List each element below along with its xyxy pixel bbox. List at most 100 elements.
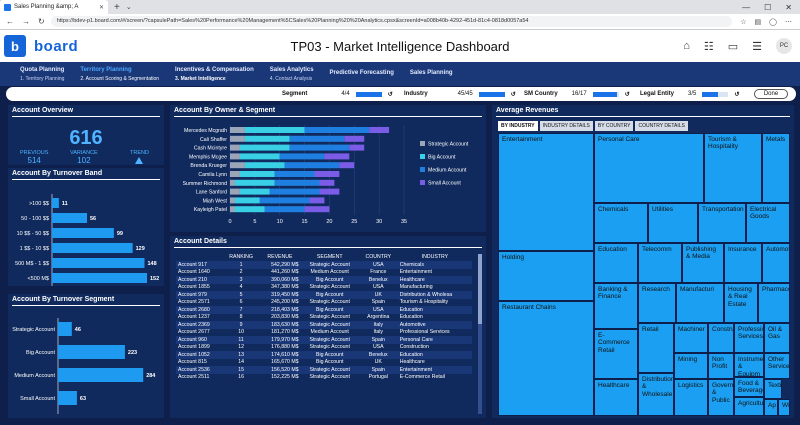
minimize-icon[interactable]: —	[742, 3, 750, 12]
treemap-cell[interactable]: Metals	[762, 133, 790, 203]
treemap-cell[interactable]: Textile	[764, 379, 782, 399]
menu-sub[interactable]: 2. Account Scoring & Segmentation	[80, 76, 159, 82]
bar[interactable]	[52, 198, 59, 208]
treemap-cell[interactable]: E-Commerce Retail	[594, 329, 638, 379]
menu-sub[interactable]: 4. Contact Analysis	[270, 76, 314, 82]
avatar[interactable]: PC	[776, 38, 792, 54]
treemap-cell[interactable]: Housing & Real Estate	[724, 283, 758, 323]
treemap-cell[interactable]: Entertainment	[498, 133, 594, 251]
table-row[interactable]: Account 2680 7 218,403 M$ Big Account USA Edu…	[176, 306, 472, 314]
treemap-cell[interactable]: Holding	[498, 251, 594, 301]
url-field[interactable]: https://bdev-p1.board.com/#/screen/?caps…	[50, 16, 733, 27]
stacked-bar-segment[interactable]	[230, 135, 245, 142]
stacked-bar-segment[interactable]	[319, 179, 335, 186]
forward-icon[interactable]: →	[22, 17, 30, 26]
treemap-cell[interactable]: Instrume & Equipm	[734, 353, 764, 377]
home-icon[interactable]: ⌂	[683, 40, 690, 52]
filter-industry[interactable]: Industry 45/45 ↺	[404, 91, 516, 98]
table-row[interactable]: Account 815 14 165,670 M$ Big Account UK Heal…	[176, 359, 472, 367]
bar[interactable]	[52, 213, 87, 223]
table-row[interactable]: Account 979 5 319,450 M$ Big Account UK Distr…	[176, 291, 472, 299]
stacked-bar-segment[interactable]	[269, 188, 320, 195]
treemap-cell[interactable]: Publishing & Media	[682, 243, 724, 283]
profile-icon[interactable]: ◯	[769, 18, 777, 26]
treemap-cell[interactable]: Banking & Finance	[594, 283, 638, 329]
stacked-bar-segment[interactable]	[239, 171, 275, 177]
bar[interactable]	[52, 243, 133, 253]
treemap-cell[interactable]: Restaurant Chains	[498, 301, 594, 416]
refresh-icon[interactable]: ↺	[511, 91, 516, 98]
stacked-bar-segment[interactable]	[230, 206, 235, 213]
treemap-cell[interactable]: Other Services	[764, 353, 790, 379]
stacked-bar-segment[interactable]	[319, 188, 340, 195]
treemap-cell[interactable]: Telecomm	[638, 243, 682, 283]
refresh-icon[interactable]: ↺	[388, 91, 393, 98]
stacked-bar-segment[interactable]	[274, 171, 315, 177]
stacked-bar-segment[interactable]	[279, 153, 325, 160]
treemap-cell[interactable]: Machiner	[674, 323, 708, 353]
maximize-icon[interactable]: ☐	[764, 3, 771, 12]
bar[interactable]	[58, 391, 77, 405]
stacked-bar-segment[interactable]	[274, 179, 320, 186]
stacked-bar-segment[interactable]	[230, 162, 245, 169]
chevron-down-icon[interactable]: ⌄	[126, 3, 132, 11]
treemap-cell[interactable]: Profession Services	[734, 323, 764, 353]
table-row[interactable]: Account 2677 10 181,270 M$ Medium Account It…	[176, 329, 472, 337]
stacked-bar-segment[interactable]	[230, 127, 245, 133]
treemap-cell[interactable]: Electrical Goods	[746, 203, 790, 243]
close-tab-icon[interactable]: ✕	[99, 4, 104, 11]
filter-legal-entity[interactable]: Legal Entity 3/5 ↺	[640, 91, 739, 98]
stacked-bar-segment[interactable]	[239, 153, 280, 160]
stacked-bar-segment[interactable]	[284, 162, 340, 169]
stacked-bar-segment[interactable]	[234, 206, 265, 213]
treemap-cell[interactable]: Agriculture	[734, 397, 764, 416]
stacked-bar-segment[interactable]	[239, 144, 290, 151]
done-button[interactable]: Done	[754, 89, 788, 99]
stacked-bar-segment[interactable]	[289, 135, 345, 142]
table-row[interactable]: Account 210 3 390,060 M$ Big Account Benelux…	[176, 276, 472, 284]
stacked-bar-segment[interactable]	[369, 127, 390, 133]
menu-sub[interactable]: 1. Territory Planning	[20, 76, 64, 82]
stacked-bar-segment[interactable]	[244, 135, 290, 142]
table-row[interactable]: Account 2511 16 152,225 M$ Strategic Accoun…	[176, 374, 472, 382]
table-row[interactable]: Account 1899 12 176,880 M$ Strategic Accoun…	[176, 344, 472, 352]
menu-sales-analytics[interactable]: Sales Analytics 4. Contact Analysis	[262, 62, 322, 86]
treemap-cell[interactable]: Ap	[764, 399, 778, 416]
bar[interactable]	[58, 368, 144, 382]
stacked-bar-segment[interactable]	[339, 162, 355, 169]
stacked-bar-segment[interactable]	[324, 153, 350, 160]
treemap-cell[interactable]: Oil & Gas	[764, 323, 790, 353]
reload-icon[interactable]: ↻	[38, 17, 45, 26]
stacked-bar-segment[interactable]	[234, 197, 260, 204]
star-icon[interactable]: ☆	[740, 18, 746, 26]
treemap-cell[interactable]: Utilities	[648, 203, 698, 243]
hierarchy-icon[interactable]: ☷	[704, 40, 714, 53]
bar[interactable]	[52, 273, 147, 283]
menu-sales-planning[interactable]: Sales Planning	[402, 62, 461, 86]
table-row[interactable]: Account 1855 4 347,380 M$ Strategic Account…	[176, 284, 472, 292]
stacked-bar-segment[interactable]	[244, 127, 305, 133]
table-row[interactable]: Account 960 11 179,970 M$ Strategic Account…	[176, 336, 472, 344]
bar[interactable]	[58, 345, 125, 359]
stacked-bar-segment[interactable]	[304, 127, 370, 133]
filter-segment[interactable]: Segment 4/4 ↺	[282, 91, 393, 98]
scrollbar[interactable]	[478, 254, 482, 414]
bar[interactable]	[58, 322, 72, 336]
stacked-bar-segment[interactable]	[239, 188, 270, 195]
menu-incentives[interactable]: Incentives & Compensation 3. Market Intel…	[167, 62, 262, 86]
treemap-cell[interactable]: Research	[638, 283, 676, 323]
stacked-bar-segment[interactable]	[314, 171, 340, 177]
column-header[interactable]: COUNTRY	[359, 252, 398, 261]
table-row[interactable]: Account 1640 2 441,260 M$ Medium Account Fra…	[176, 269, 472, 277]
stacked-bar-segment[interactable]	[230, 179, 235, 186]
stacked-bar-segment[interactable]	[230, 197, 235, 204]
treemap-cell[interactable]: Insurance	[724, 243, 762, 283]
treemap-cell[interactable]: Logistics	[674, 379, 708, 416]
treemap-cell[interactable]: Transportation	[698, 203, 746, 243]
column-header[interactable]: REVENUE	[259, 252, 300, 261]
stacked-bar-segment[interactable]	[230, 153, 240, 160]
treemap-cell[interactable]: Retail	[638, 323, 674, 373]
treemap-cell[interactable]: Manufacturi	[676, 283, 724, 323]
treemap-cell[interactable]: Personal Care	[594, 133, 704, 203]
treemap-cell[interactable]: Healthcare	[594, 379, 638, 416]
